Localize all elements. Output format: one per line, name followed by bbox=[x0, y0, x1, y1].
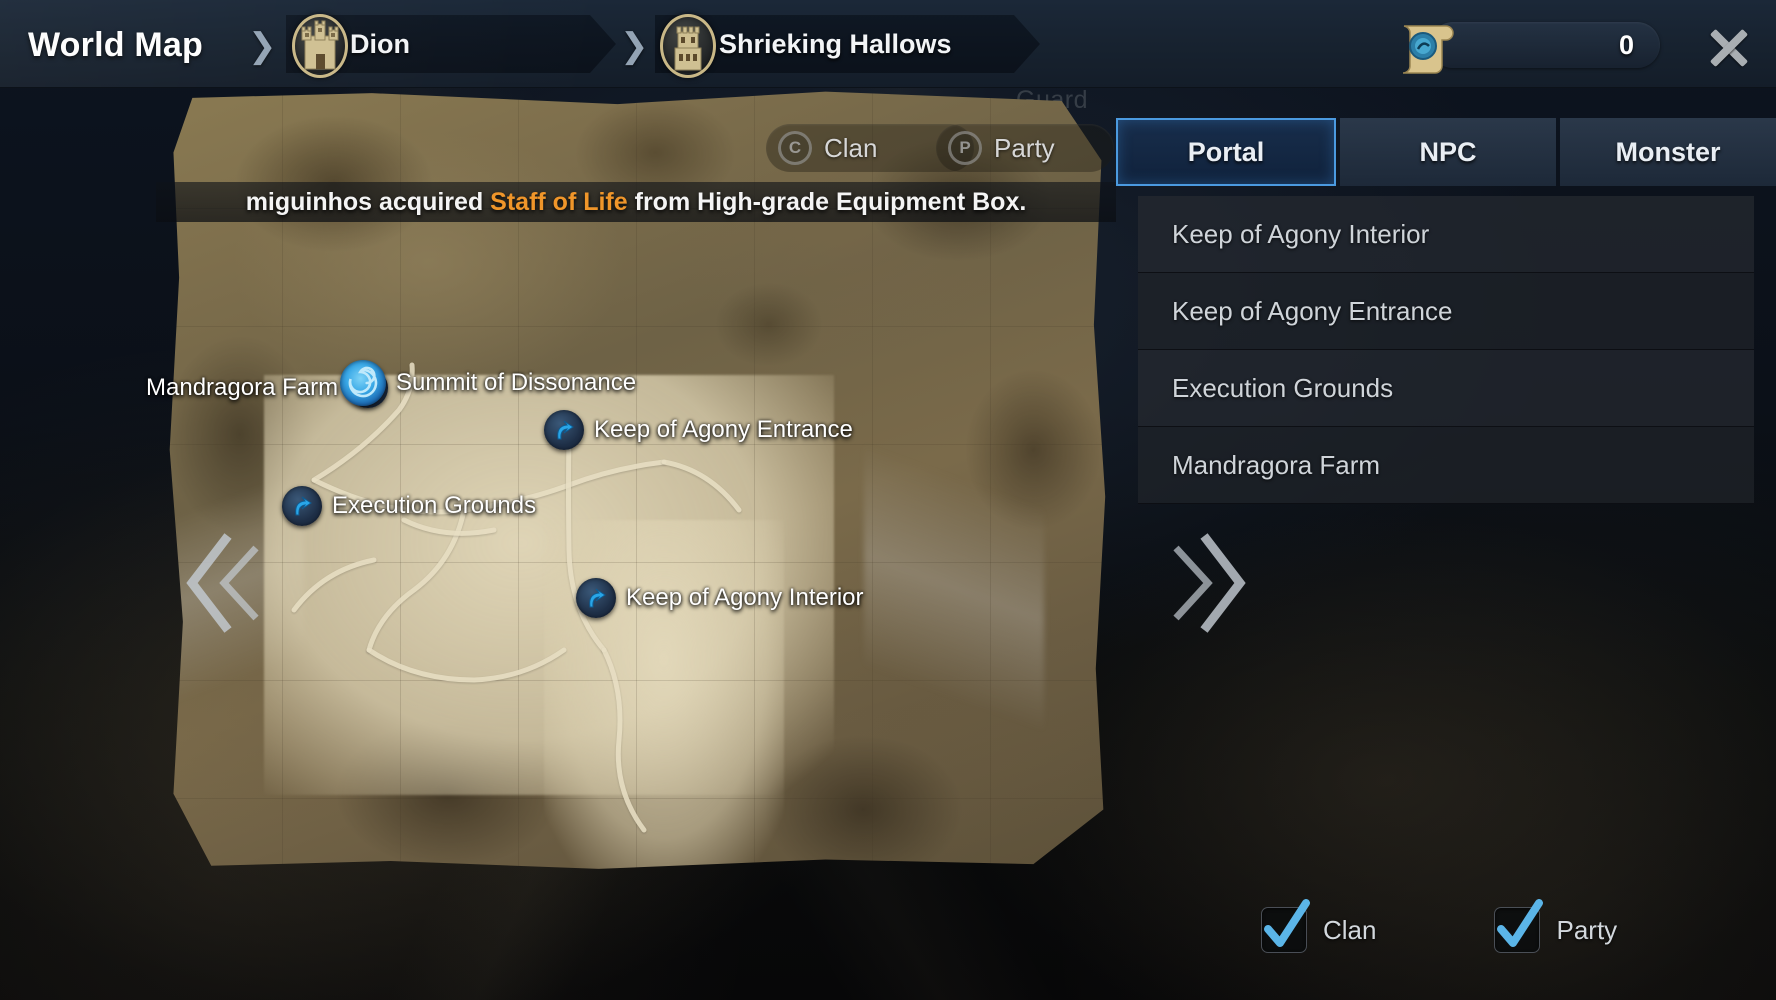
list-item[interactable]: Execution Grounds bbox=[1138, 350, 1754, 427]
map-marker-keep-of-agony-interior[interactable]: Keep of Agony Interior bbox=[576, 578, 864, 618]
panel-tabs: Portal NPC Monster bbox=[1116, 118, 1776, 186]
map-marker-execution-grounds[interactable]: Execution Grounds bbox=[282, 486, 536, 526]
breadcrumb-label: Dion bbox=[350, 28, 410, 59]
tab-monster[interactable]: Monster bbox=[1560, 118, 1776, 186]
system-notification-banner: miguinhos acquired Staff of Life from Hi… bbox=[156, 182, 1116, 222]
filter-label: Party bbox=[1556, 914, 1618, 945]
token-count: 0 bbox=[1618, 29, 1634, 60]
notification-suffix: from High-grade Equipment Box. bbox=[627, 187, 1027, 216]
breadcrumb-separator-1: ❯ bbox=[248, 27, 277, 65]
check-icon bbox=[1264, 899, 1310, 947]
scroll-teleport-icon bbox=[1396, 18, 1458, 74]
clan-checkbox[interactable] bbox=[1261, 899, 1310, 953]
portal-arrow-icon[interactable] bbox=[544, 410, 584, 450]
tab-portal[interactable]: Portal bbox=[1116, 118, 1336, 186]
list-item[interactable]: Mandragora Farm bbox=[1138, 427, 1754, 504]
map-marker-keep-of-agony-entrance[interactable]: Keep of Agony Entrance bbox=[544, 410, 853, 450]
breadcrumb-separator-2: ❯ bbox=[620, 27, 649, 65]
portal-arrow-icon[interactable] bbox=[282, 486, 322, 526]
pill-label: Clan bbox=[824, 132, 878, 163]
marker-label: Summit of Dissonance bbox=[396, 369, 637, 396]
check-icon bbox=[1497, 899, 1544, 947]
marker-label: Execution Grounds bbox=[332, 492, 537, 519]
notification-prefix: miguinhos acquired bbox=[245, 187, 491, 216]
castle-medallion-icon bbox=[292, 14, 348, 78]
world-map-screen: Guard World Map ❯ ❯ Dion Shrieking Hallo… bbox=[0, 0, 1776, 1000]
clan-badge-icon: C bbox=[778, 131, 812, 165]
list-item[interactable]: Keep of Agony Interior bbox=[1138, 196, 1754, 273]
page-title: World Map bbox=[28, 26, 203, 64]
teleport-token-counter[interactable]: 0 bbox=[1430, 22, 1660, 68]
filter-clan[interactable]: Clan bbox=[1261, 899, 1377, 953]
chevron-double-left-icon[interactable] bbox=[184, 528, 264, 638]
tower-medallion-icon bbox=[660, 14, 716, 78]
filter-party[interactable]: Party bbox=[1494, 899, 1618, 953]
marker-label: Mandragora Farm bbox=[146, 374, 339, 401]
party-checkbox[interactable] bbox=[1494, 899, 1544, 953]
portal-list: Keep of Agony Interior Keep of Agony Ent… bbox=[1138, 196, 1754, 504]
pill-label: Party bbox=[994, 132, 1055, 163]
header-bar: World Map ❯ ❯ Dion Shrieking Hallows 0 bbox=[0, 0, 1776, 88]
portal-arrow-icon[interactable] bbox=[576, 578, 616, 618]
party-badge-icon: P bbox=[948, 131, 982, 165]
filter-label: Clan bbox=[1323, 914, 1377, 945]
right-panel: Portal NPC Monster Keep of Agony Interio… bbox=[1116, 88, 1776, 1000]
list-item[interactable]: Keep of Agony Entrance bbox=[1138, 273, 1754, 350]
marker-label: Keep of Agony Entrance bbox=[594, 416, 853, 443]
panel-filters: Clan Party bbox=[1116, 899, 1776, 960]
breadcrumb-label: Shrieking Hallows bbox=[719, 28, 952, 59]
marker-label: Keep of Agony Interior bbox=[626, 584, 864, 611]
tab-npc[interactable]: NPC bbox=[1340, 118, 1556, 186]
map-filter-party-pill[interactable]: P Party bbox=[936, 124, 1114, 172]
notification-item-name: Staff of Life bbox=[490, 187, 628, 216]
map-marker-summit-of-dissonance[interactable]: Summit of Dissonance bbox=[340, 360, 636, 406]
notification-text: miguinhos acquired Staff of Life from Hi… bbox=[246, 188, 1027, 217]
portal-swirl-icon[interactable] bbox=[340, 360, 386, 406]
close-icon[interactable] bbox=[1700, 20, 1756, 72]
